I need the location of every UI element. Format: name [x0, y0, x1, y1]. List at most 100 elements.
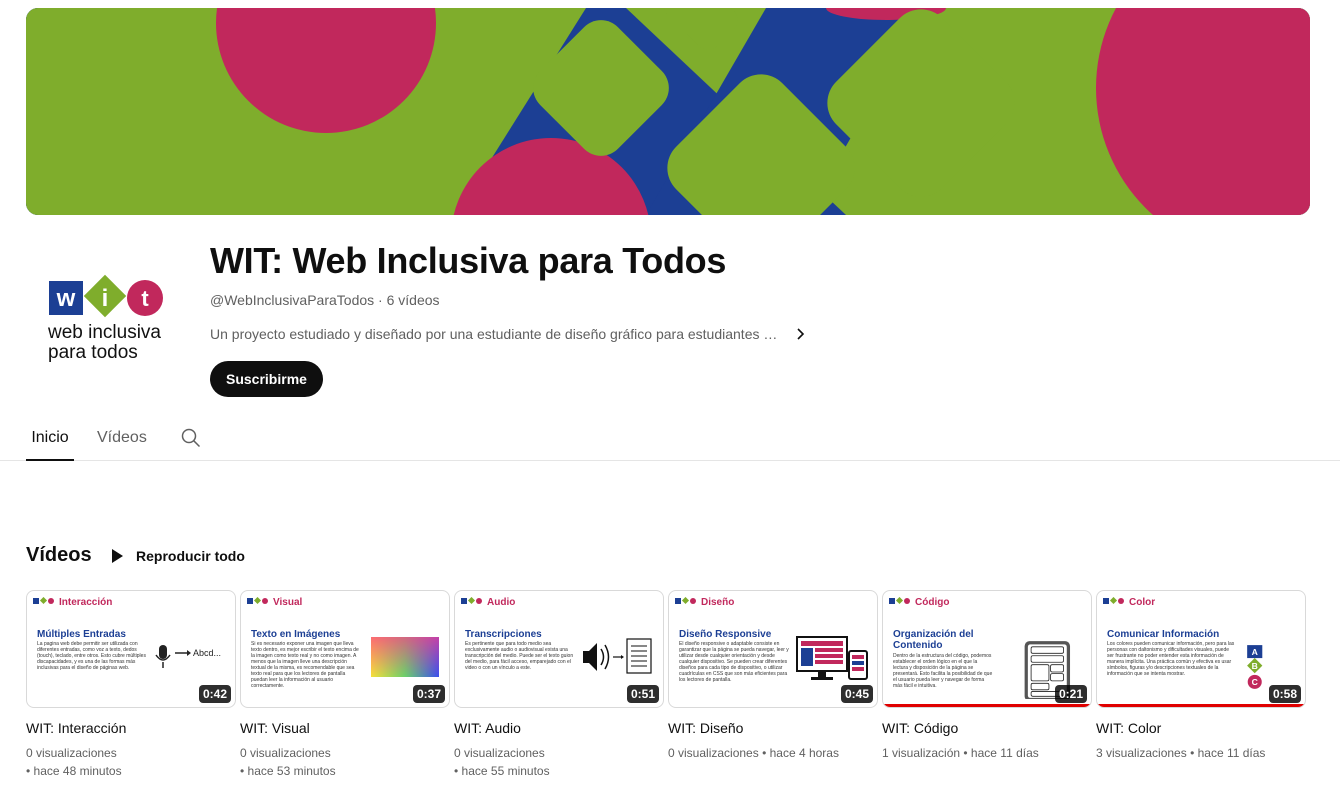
- video-views-age: 1 visualización • hace 11 días: [882, 744, 1092, 762]
- banner-pattern: [26, 8, 1310, 215]
- devices-icon: [796, 636, 868, 680]
- video-age: • hace 4 horas: [762, 746, 839, 760]
- thumb-body: Dentro de la estructura del código, pode…: [893, 653, 993, 689]
- thumb-body: Los colores pueden comunicar información…: [1107, 641, 1235, 677]
- thumb-category: Interacción: [59, 597, 113, 608]
- channel-banner: [26, 8, 1310, 215]
- thumb-category: Diseño: [701, 597, 735, 608]
- watch-progress-bar: [883, 704, 1091, 707]
- thumb-category: Color: [1129, 597, 1156, 608]
- wit-mini-logo-icon: [675, 597, 696, 605]
- video-thumbnail[interactable]: Audio Transcripciones Es pertinente que …: [454, 590, 664, 708]
- svg-text:i: i: [102, 285, 109, 312]
- video-age: • hace 11 días: [1190, 746, 1266, 760]
- svg-text:Abcd...: Abcd...: [193, 648, 221, 658]
- video-item: Visual Texto en Imágenes Si es necesario…: [240, 590, 450, 780]
- video-thumbnail[interactable]: Código Organización del Contenido Dentro…: [882, 590, 1092, 708]
- thumb-body: La pagina web debe permitir ser utilizad…: [37, 641, 146, 671]
- shelf-title[interactable]: Vídeos: [26, 544, 92, 567]
- video-item: Audio Transcripciones Es pertinente que …: [454, 590, 664, 780]
- video-views: 0 visualizaciones: [454, 746, 545, 760]
- video-views: 0 visualizaciones: [26, 746, 117, 760]
- thumb-category: Código: [915, 597, 950, 608]
- color-gradient-image: [371, 637, 439, 677]
- video-thumbnail[interactable]: Interacción Múltiples Entradas La pagina…: [26, 590, 236, 708]
- wit-mini-logo-icon: [889, 597, 910, 605]
- video-thumbnail[interactable]: Diseño Diseño Responsive El diseño respo…: [668, 590, 878, 708]
- thumb-category: Audio: [487, 597, 516, 608]
- video-duration: 0:37: [412, 685, 445, 703]
- wit-mini-logo-icon: [461, 597, 482, 605]
- channel-title: WIT: Web Inclusiva para Todos: [210, 240, 727, 281]
- thumb-heading: Texto en Imágenes: [251, 629, 341, 640]
- video-title[interactable]: WIT: Código: [882, 718, 1092, 738]
- svg-text:web inclusiva: web inclusiva: [47, 322, 161, 343]
- thumb-body: Es pertinente que para todo medio sea ex…: [465, 641, 574, 671]
- svg-text:C: C: [1252, 677, 1258, 687]
- video-meta: 0 visualizaciones • hace 53 minutos: [240, 744, 450, 780]
- svg-text:A: A: [1252, 647, 1258, 657]
- channel-avatar[interactable]: w i t web inclusiva para todos: [26, 242, 186, 402]
- video-duration: 0:42: [198, 685, 231, 703]
- video-item: Diseño Diseño Responsive El diseño respo…: [668, 590, 878, 762]
- video-views: 1 visualización: [882, 746, 961, 760]
- video-meta: 0 visualizaciones • hace 55 minutos: [454, 744, 664, 780]
- video-duration: 0:21: [1054, 685, 1087, 703]
- wit-mini-logo-icon: [1103, 597, 1124, 605]
- thumb-body: El diseño responsive o adaptable consist…: [679, 641, 789, 683]
- video-thumbnail[interactable]: Visual Texto en Imágenes Si es necesario…: [240, 590, 450, 708]
- speaker-document-icon: [583, 638, 652, 674]
- channel-handle: @WebInclusivaParaTodos: [210, 292, 375, 308]
- video-duration: 0:45: [840, 685, 873, 703]
- video-age: • hace 11 días: [963, 746, 1039, 760]
- thumb-heading: Múltiples Entradas: [37, 629, 126, 640]
- video-title[interactable]: WIT: Visual: [240, 718, 450, 738]
- channel-tabs: Inicio Vídeos: [0, 416, 1340, 461]
- wit-mini-logo-icon: [33, 597, 54, 605]
- svg-text:para todos: para todos: [48, 342, 138, 363]
- thumb-body: Si es necesario exponer una imagen que l…: [251, 641, 359, 689]
- video-duration: 0:58: [1268, 685, 1301, 703]
- play-all-label: Reproducir todo: [136, 548, 245, 564]
- svg-text:t: t: [141, 286, 149, 311]
- chevron-right-icon: [797, 328, 805, 340]
- wit-mini-logo-icon: [247, 597, 268, 605]
- search-icon[interactable]: [180, 427, 202, 449]
- svg-text:w: w: [56, 285, 76, 312]
- watch-progress-bar: [1097, 704, 1305, 707]
- channel-description-text: Un proyecto estudiado y diseñado por una…: [210, 326, 780, 342]
- wit-logo: w i t web inclusiva para todos: [47, 274, 163, 363]
- video-duration: 0:51: [626, 685, 659, 703]
- thumb-heading: Diseño Responsive: [679, 629, 772, 640]
- thumb-heading: Transcripciones: [465, 629, 542, 640]
- video-age: • hace 48 minutos: [26, 764, 122, 778]
- microphone-icon: Abcd...: [155, 645, 221, 668]
- video-age: • hace 55 minutos: [454, 764, 550, 778]
- play-icon: [112, 549, 123, 563]
- video-title[interactable]: WIT: Color: [1096, 718, 1306, 738]
- video-title[interactable]: WIT: Diseño: [668, 718, 878, 738]
- tab-videos[interactable]: Vídeos: [97, 416, 147, 460]
- video-views-age: 0 visualizaciones • hace 4 horas: [668, 744, 878, 762]
- meta-separator: ·: [378, 292, 387, 308]
- thumb-heading: Organización del Contenido: [893, 629, 974, 651]
- video-item: Interacción Múltiples Entradas La pagina…: [26, 590, 236, 780]
- channel-description[interactable]: Un proyecto estudiado y diseñado por una…: [210, 324, 810, 344]
- video-thumbnail[interactable]: Color Comunicar Información Los colores …: [1096, 590, 1306, 708]
- video-meta: 3 visualizaciones • hace 11 días: [1096, 744, 1306, 762]
- thumb-category: Visual: [273, 597, 303, 608]
- video-item: Código Organización del Contenido Dentro…: [882, 590, 1092, 762]
- video-shelf: Interacción Múltiples Entradas La pagina…: [26, 590, 1316, 790]
- video-age: • hace 53 minutos: [240, 764, 336, 778]
- channel-meta: @WebInclusivaParaTodos · 6 vídeos: [210, 292, 440, 308]
- video-meta: 1 visualización • hace 11 días: [882, 744, 1092, 762]
- video-meta: 0 visualizaciones • hace 4 horas: [668, 744, 878, 762]
- subscribe-button[interactable]: Suscribirme: [210, 361, 323, 397]
- tab-inicio[interactable]: Inicio: [26, 416, 74, 461]
- video-item: Color Comunicar Información Los colores …: [1096, 590, 1306, 762]
- video-views-age: 3 visualizaciones • hace 11 días: [1096, 744, 1306, 762]
- video-title[interactable]: WIT: Audio: [454, 718, 664, 738]
- video-views: 3 visualizaciones: [1096, 746, 1187, 760]
- video-title[interactable]: WIT: Interacción: [26, 718, 236, 738]
- play-all-button[interactable]: Reproducir todo: [108, 544, 245, 568]
